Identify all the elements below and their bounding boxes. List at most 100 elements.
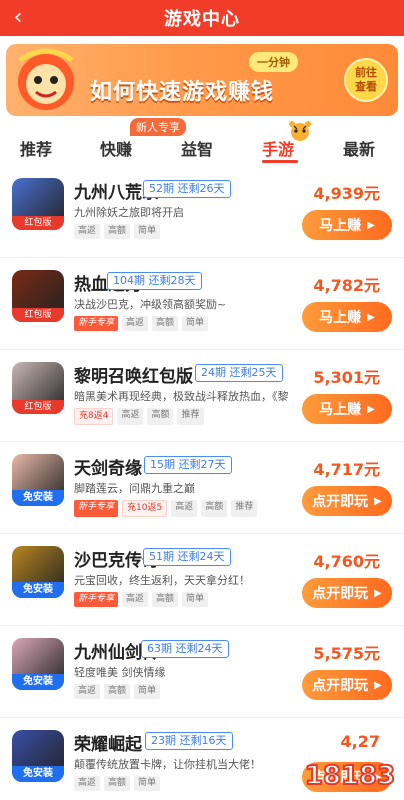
period-number: 24期 — [201, 366, 226, 379]
time-pill: 一分钟 — [249, 52, 298, 72]
new-user-badge: 新人专享 — [130, 118, 186, 136]
arrow-right-icon: ▶ — [367, 219, 375, 231]
days-remaining: 还剩24天 — [177, 550, 225, 563]
page-title: 游戏中心 — [164, 9, 240, 30]
game-tags: 高返 高额 简单 — [74, 224, 161, 239]
game-icon[interactable]: 红包版 — [12, 270, 64, 322]
game-list-item[interactable]: 免安装 九州仙剑传 63期 还剩24天 轻度唯美 剑侠情缘 高返 高额 简单 5,575元 点开… — [0, 626, 404, 718]
new-user-tag: 新手专享 — [74, 316, 119, 331]
game-description: 脚踏莲云，问鼎九重之巅 — [74, 482, 195, 495]
game-list: 红包版 九州八荒录 52期 还剩26天 九州除妖之旅即将开启 高返 高额 简单 4,939元马… — [0, 166, 404, 800]
game-icon[interactable]: 红包版 — [12, 362, 64, 414]
days-remaining: 还剩27天 — [178, 458, 226, 471]
active-tab-indicator — [262, 160, 298, 163]
game-icon[interactable]: 免安装 — [12, 546, 64, 598]
game-icon[interactable]: 免安装 — [12, 730, 64, 782]
feature-tag: 推荐 — [177, 408, 204, 425]
game-tags: 充8返4 高返 高额 推荐 — [74, 408, 204, 425]
view-now-button[interactable]: 前往 查看 — [344, 58, 388, 102]
feature-tag: 高返 — [117, 408, 144, 425]
play-earn-button[interactable]: 点开即玩 ▶ — [302, 486, 392, 516]
feature-tag: 简单 — [134, 776, 161, 791]
18183-watermark-logo: 18183 — [304, 760, 396, 792]
game-description: 暗黑美术再现经典，极致战斗释放热血，《黎 — [74, 390, 289, 403]
game-list-item[interactable]: 红包版热血之刃104期 还剩28天决战沙巴克，冲级领高额奖励~新手专享高返高额简… — [0, 258, 404, 350]
game-tags: 新手专享 充10返5 高返 高额 推荐 — [74, 500, 258, 517]
play-earn-button[interactable]: 马上赚 ▶ — [302, 302, 392, 332]
button-label: 点开即玩 — [312, 678, 369, 694]
game-list-item[interactable]: 红包版 九州八荒录 52期 还剩26天 九州除妖之旅即将开启 高返 高额 简单 4,939元马… — [0, 166, 404, 258]
tab-quick-earn[interactable]: 快赚 — [100, 136, 132, 160]
feature-tag: 高额 — [147, 408, 174, 425]
feature-tag: 高额 — [201, 500, 228, 517]
icon-badge: 红包版 — [12, 216, 64, 230]
reward-amount: 5,575元 — [313, 644, 380, 663]
recharge-rebate-tag: 充10返5 — [122, 500, 168, 517]
play-earn-button[interactable]: 点开即玩 ▶ — [302, 578, 392, 608]
play-earn-button[interactable]: 马上赚 ▶ — [302, 210, 392, 240]
icon-badge: 免安装 — [12, 490, 64, 506]
game-icon[interactable]: 免安装 — [12, 454, 64, 506]
game-tags: 高返 高额 简单 — [74, 684, 161, 699]
play-earn-button[interactable]: 马上赚 ▶ — [302, 394, 392, 424]
game-icon[interactable]: 红包版 — [12, 178, 64, 230]
icon-badge: 红包版 — [12, 308, 64, 322]
period-number: 51期 — [149, 550, 174, 563]
tab-puzzle[interactable]: 益智 — [181, 136, 213, 160]
icon-badge: 免安装 — [12, 582, 64, 598]
button-label: 点开即玩 — [312, 586, 369, 602]
promo-banner[interactable]: 一分钟 如何快速游戏赚钱 前往 查看 — [6, 44, 398, 116]
period-badge: 63期 还剩24天 — [141, 640, 229, 658]
days-remaining: 还剩24天 — [175, 642, 223, 655]
game-tags: 高返 高额 简单 — [74, 776, 161, 791]
watermark-text: 18183 — [305, 761, 395, 791]
reward-amount: 4,27 — [340, 732, 380, 751]
game-list-item[interactable]: 红包版 黎明召唤红包版 24期 还剩25天 暗黑美术再现经典，极致战斗释放热血，《黎充… — [0, 350, 404, 442]
new-user-tag: 新手专享 — [74, 500, 119, 517]
banner-headline: 如何快速游戏赚钱 — [90, 80, 275, 105]
button-label: 马上赚 — [319, 402, 362, 418]
period-number: 104期 — [113, 274, 145, 287]
game-description: 轻度唯美 剑侠情缘 — [74, 666, 166, 679]
icon-badge: 免安装 — [12, 674, 64, 690]
period-badge: 104期 还剩28天 — [107, 272, 202, 290]
game-list-item[interactable]: 免安装 沙巴克传奇 51期 还剩24天 元宝回收，终生返利，天天拿分红！ 新手专享 高返高… — [0, 534, 404, 626]
view-now-line1: 前往 — [355, 66, 377, 79]
icon-badge: 免安装 — [12, 766, 64, 782]
period-number: 63期 — [147, 642, 172, 655]
back-button[interactable]: ‹ — [6, 6, 30, 30]
period-number: 23期 — [151, 734, 176, 747]
feature-tag: 高返 — [74, 224, 101, 239]
reward-amount: 4,717元 — [313, 460, 380, 479]
game-description: 颠覆传统放置卡牌，让你挂机当大佬！ — [74, 758, 261, 771]
days-remaining: 还剩25天 — [229, 366, 277, 379]
lion-dance-mascot-icon — [18, 48, 74, 110]
arrow-right-icon: ▶ — [367, 403, 375, 415]
icon-badge: 红包版 — [12, 400, 64, 414]
top-nav-bar: ‹ 游戏中心 — [0, 0, 404, 36]
feature-tag: 简单 — [134, 224, 161, 239]
game-name: 天剑奇缘 — [74, 459, 142, 479]
period-badge: 23期 还剩16天 — [145, 732, 233, 750]
game-description: 决战沙巴克，冲级领高额奖励~ — [74, 298, 227, 311]
game-description: 元宝回收，终生返利，天天拿分红！ — [74, 574, 250, 587]
game-list-item[interactable]: 免安装 天剑奇缘 15期 还剩27天脚踏莲云，问鼎九重之巅新手专享 充10返5 高返 高额… — [0, 442, 404, 534]
button-label: 点开即玩 — [312, 494, 369, 510]
tab-latest[interactable]: 最新 — [343, 136, 375, 160]
reward-amount: 5,301元 — [313, 368, 380, 387]
period-badge: 24期 还剩25天 — [195, 364, 283, 382]
game-icon[interactable]: 免安装 — [12, 638, 64, 690]
feature-tag: 高额 — [104, 684, 131, 699]
tab-recommend[interactable]: 推荐 — [20, 136, 52, 160]
period-badge: 51期 还剩24天 — [143, 548, 231, 566]
feature-tag: 高返 — [122, 592, 149, 607]
period-badge: 15期 还剩27天 — [144, 456, 232, 474]
feature-tag: 简单 — [182, 592, 209, 607]
tiger-icon — [289, 121, 311, 141]
period-number: 52期 — [149, 182, 174, 195]
button-label: 马上赚 — [319, 218, 362, 234]
game-tags: 新手专享 高返 高额 简单 — [74, 316, 209, 331]
play-earn-button[interactable]: 点开即玩 ▶ — [302, 670, 392, 700]
feature-tag: 高额 — [104, 224, 131, 239]
feature-tag: 高返 — [74, 684, 101, 699]
